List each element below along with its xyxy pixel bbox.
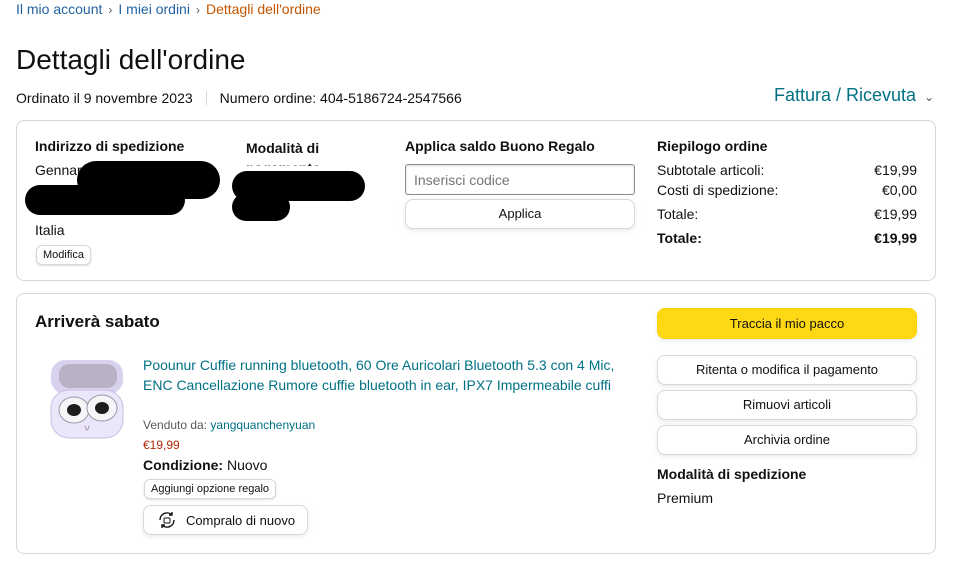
subtotal-value: €19,99 — [874, 162, 917, 178]
order-summary-box: Indirizzo di spedizione Gennaro Italia M… — [16, 120, 936, 281]
remove-items-button[interactable]: Rimuovi articoli — [657, 390, 917, 420]
shipping-cost-label: Costi di spedizione: — [657, 182, 779, 198]
grand-total-value: €19,99 — [874, 230, 917, 246]
condition-value: Nuovo — [227, 457, 268, 473]
payment-heading: Modalità di pagamento — [246, 140, 321, 166]
breadcrumb-separator: › — [108, 3, 113, 17]
seller-link[interactable]: yangquanchenyuan — [210, 418, 315, 432]
breadcrumb: Il mio account › I miei ordini › Dettagli de… — [16, 1, 321, 17]
product-price: €19,99 — [143, 438, 180, 452]
shipping-heading: Indirizzo di spedizione — [35, 138, 185, 154]
buy-again-label: Compralo di nuovo — [185, 512, 296, 528]
breadcrumb-current: Dettagli dell'ordine — [205, 1, 321, 17]
redaction-mark — [232, 193, 290, 221]
shipping-method-heading: Modalità di spedizione — [657, 466, 807, 482]
buy-again-button[interactable]: Compralo di nuovo — [143, 505, 308, 535]
shipping-cost-value: €0,00 — [881, 182, 917, 198]
meta-divider — [205, 91, 207, 105]
total-value: €19,99 — [874, 206, 917, 222]
page-title: Dettagli dell'ordine — [16, 44, 246, 75]
invoice-label: Fattura / Ricevuta — [774, 85, 917, 105]
earbuds-case-image — [50, 360, 124, 439]
shipment-box: Arriverà sabato Poounur Cuffie running b… — [16, 293, 936, 554]
invoice-dropdown[interactable]: Fattura / Ricevuta ⌄ — [774, 85, 934, 106]
retry-payment-button[interactable]: Ritenta o modifica il pagamento — [657, 355, 917, 385]
subtotal-label: Subtotale articoli: — [657, 162, 765, 178]
breadcrumb-separator: › — [195, 3, 200, 17]
arrival-heading: Arriverà sabato — [35, 312, 160, 331]
product-title-link[interactable]: Poounur Cuffie running bluetooth, 60 Ore… — [143, 355, 623, 395]
order-number: Numero ordine: 404-5186724-2547566 — [219, 90, 462, 106]
sold-by-label: Venduto da: — [143, 418, 208, 432]
buy-again-icon — [159, 512, 175, 528]
shipping-method-value: Premium — [657, 490, 714, 506]
shipping-country: Italia — [35, 222, 65, 238]
breadcrumb-my-account[interactable]: Il mio account — [16, 1, 102, 17]
breadcrumb-my-orders[interactable]: I miei ordini — [118, 1, 190, 17]
gift-code-input[interactable] — [405, 164, 635, 195]
total-label: Totale: — [657, 206, 699, 222]
gift-card-heading: Applica saldo Buono Regalo — [405, 138, 595, 154]
edit-address-button[interactable]: Modifica — [36, 245, 91, 265]
redaction-mark — [25, 185, 185, 215]
order-date: Ordinato il 9 novembre 2023 — [16, 90, 193, 106]
order-summary-heading: Riepilogo ordine — [657, 138, 768, 154]
sold-by: Venduto da: yangquanchenyuan — [143, 418, 315, 432]
archive-order-button[interactable]: Archivia ordine — [657, 425, 917, 455]
product-image[interactable] — [47, 356, 127, 442]
condition-label: Condizione: — [143, 457, 224, 473]
track-package-button[interactable]: Traccia il mio pacco — [657, 308, 917, 339]
apply-gift-button[interactable]: Applica — [405, 199, 635, 229]
chevron-down-icon: ⌄ — [924, 90, 935, 104]
grand-total-label: Totale: — [657, 230, 702, 246]
add-gift-option-button[interactable]: Aggiungi opzione regalo — [144, 479, 277, 499]
order-meta: Ordinato il 9 novembre 2023 Numero ordine… — [16, 90, 462, 106]
product-condition: Condizione: Nuovo — [143, 457, 267, 473]
